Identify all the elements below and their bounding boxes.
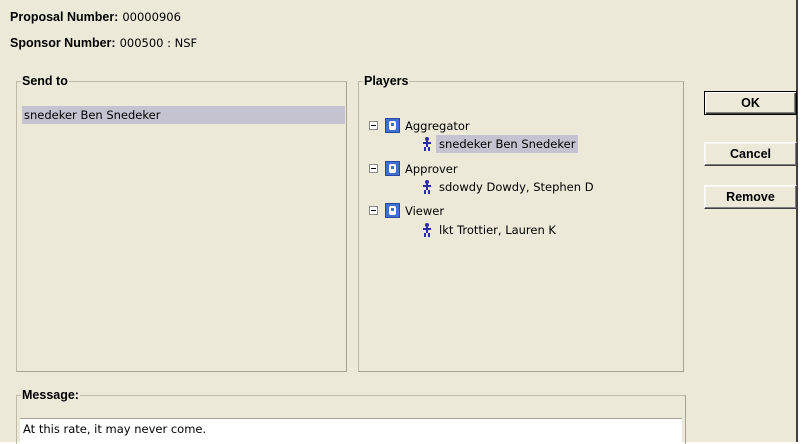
sponsor-number-value: 000500 : NSF bbox=[119, 36, 198, 50]
proposal-number-value: 00000906 bbox=[122, 10, 181, 24]
player-label: sdowdy Dowdy, Stephen D bbox=[439, 180, 594, 194]
ok-button[interactable]: OK bbox=[704, 91, 797, 115]
collapse-icon[interactable] bbox=[369, 206, 378, 215]
send-to-group: Send to snedeker Ben Snedeker bbox=[16, 74, 347, 372]
collapse-icon[interactable] bbox=[369, 121, 378, 130]
message-group: Message: At this rate, it may never come… bbox=[16, 388, 686, 444]
role-label: Aggregator bbox=[405, 119, 470, 133]
players-group: Players Aggregator snedeker Ben Snedeker… bbox=[358, 74, 684, 372]
proposal-number-label: Proposal Number: bbox=[10, 10, 119, 24]
message-title: Message: bbox=[22, 388, 79, 402]
proposal-number: Proposal Number: 00000906 bbox=[10, 10, 181, 24]
sponsor-number-label: Sponsor Number: bbox=[10, 36, 116, 50]
cancel-button[interactable]: Cancel bbox=[704, 142, 797, 166]
route-dialog: Proposal Number: 00000906 Sponsor Number:… bbox=[0, 0, 798, 444]
send-to-item[interactable]: snedeker Ben Snedeker bbox=[22, 106, 345, 124]
role-icon bbox=[385, 203, 400, 218]
send-to-list[interactable]: snedeker Ben Snedeker bbox=[20, 102, 345, 368]
sponsor-number: Sponsor Number: 000500 : NSF bbox=[10, 36, 197, 50]
person-icon bbox=[422, 223, 432, 237]
role-icon bbox=[385, 118, 400, 133]
message-textarea[interactable]: At this rate, it may never come. bbox=[20, 418, 682, 444]
role-icon bbox=[385, 161, 400, 176]
role-label: Viewer bbox=[405, 204, 445, 218]
player-label: snedeker Ben Snedeker bbox=[436, 135, 579, 153]
person-icon bbox=[422, 180, 432, 194]
players-tree[interactable]: Aggregator snedeker Ben Snedeker Approve… bbox=[359, 88, 683, 371]
role-label: Approver bbox=[405, 162, 458, 176]
send-to-title: Send to bbox=[22, 74, 68, 88]
person-icon bbox=[422, 137, 432, 151]
player-label: lkt Trottier, Lauren K bbox=[439, 223, 556, 237]
remove-button[interactable]: Remove bbox=[704, 185, 797, 209]
collapse-icon[interactable] bbox=[369, 164, 378, 173]
players-title: Players bbox=[364, 74, 409, 88]
